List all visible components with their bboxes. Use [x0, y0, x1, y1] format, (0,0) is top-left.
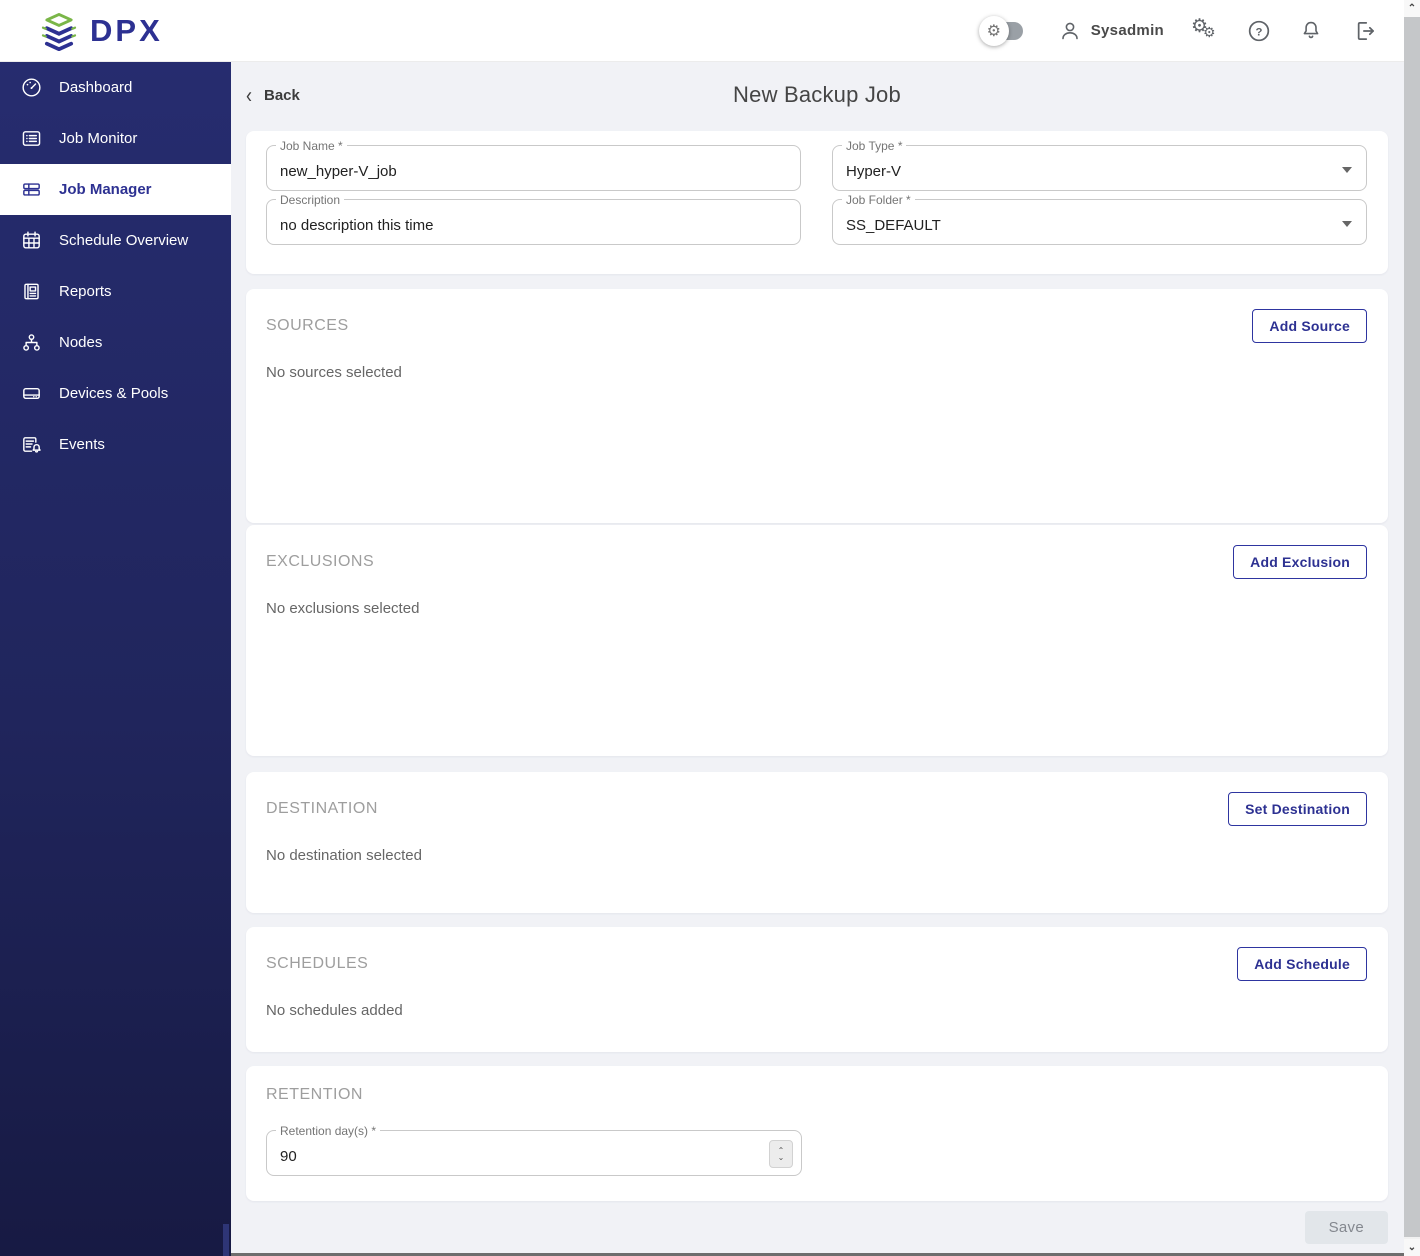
add-exclusion-button[interactable]: Add Exclusion — [1233, 545, 1367, 579]
description-label: Description — [276, 193, 345, 207]
sidebar-item-job-monitor[interactable]: Job Monitor — [0, 113, 231, 164]
scroll-up-arrow-icon[interactable]: ⌃ — [1404, 0, 1420, 17]
destination-title: DESTINATION — [266, 800, 378, 817]
sidebar-item-job-manager[interactable]: Job Manager — [0, 164, 231, 215]
destination-section: DESTINATION Set Destination No destinati… — [246, 772, 1388, 913]
header-actions: ⚙ Sysadmin ⚙ ⚙ ? — [978, 15, 1404, 46]
add-source-button[interactable]: Add Source — [1252, 309, 1367, 343]
sidebar-item-label: Dashboard — [59, 79, 133, 96]
logout-icon — [1357, 21, 1374, 40]
help-button[interactable]: ? — [1246, 18, 1272, 44]
destination-empty-text: No destination selected — [266, 847, 422, 864]
reports-icon — [19, 280, 43, 304]
sources-title: SOURCES — [266, 317, 349, 334]
user-menu[interactable]: Sysadmin — [1058, 19, 1164, 43]
description-field[interactable]: Description — [266, 193, 801, 245]
page-title: New Backup Job — [733, 82, 901, 107]
nodes-icon — [19, 331, 43, 355]
sidebar-item-schedule-overview[interactable]: Schedule Overview — [0, 215, 231, 266]
retention-days-field[interactable]: Retention day(s) * ⌃ ⌄ — [266, 1124, 802, 1176]
chevron-down-icon — [1342, 167, 1352, 173]
sidebar-item-label: Job Monitor — [59, 130, 138, 147]
schedules-section: SCHEDULES Add Schedule No schedules adde… — [246, 927, 1388, 1052]
sidebar-item-label: Events — [59, 436, 105, 453]
dashboard-icon — [19, 76, 43, 100]
job-manager-icon — [19, 178, 43, 202]
system-settings-button[interactable]: ⚙ ⚙ — [1191, 16, 1219, 44]
job-type-value: Hyper-V — [846, 163, 902, 180]
app-window: ⌃ ⌄ DPX ⚙ Sysadmin ⚙ ⚙ ? Dashboard Job M… — [0, 0, 1420, 1256]
job-monitor-icon — [19, 127, 43, 151]
schedule-icon — [19, 229, 43, 253]
sidebar-item-devices-pools[interactable]: Devices & Pools — [0, 368, 231, 419]
top-header: DPX ⚙ Sysadmin ⚙ ⚙ ? — [0, 0, 1404, 62]
logo-text: DPX — [90, 12, 163, 48]
retention-title: RETENTION — [266, 1086, 363, 1103]
notifications-button[interactable] — [1299, 19, 1323, 43]
dpx-logo: DPX — [0, 11, 163, 51]
sidebar-item-label: Reports — [59, 283, 112, 300]
sidebar-item-label: Job Manager — [59, 181, 152, 198]
job-type-field[interactable]: Job Type * Hyper-V — [832, 139, 1367, 191]
sidebar-item-dashboard[interactable]: Dashboard — [0, 62, 231, 113]
job-type-label: Job Type * — [842, 139, 907, 153]
save-button[interactable]: Save — [1304, 1211, 1388, 1244]
bell-icon — [1303, 21, 1319, 38]
chevron-down-icon — [1342, 221, 1352, 227]
question-circle-icon: ? — [1248, 20, 1270, 41]
vertical-scrollbar[interactable]: ⌃ ⌄ — [1404, 0, 1420, 1256]
schedules-empty-text: No schedules added — [266, 1002, 403, 1019]
sidebar-item-label: Schedule Overview — [59, 232, 189, 249]
exclusions-title: EXCLUSIONS — [266, 553, 375, 570]
settings-toggle[interactable]: ⚙ — [978, 15, 1023, 46]
sidebar-scrollbar-thumb[interactable] — [223, 1224, 229, 1256]
dpx-layers-icon — [41, 12, 77, 51]
user-name: Sysadmin — [1090, 22, 1164, 39]
main-content: ‹ Back New Backup Job Job Name * Job Typ… — [231, 62, 1404, 1256]
scrollbar-thumb[interactable] — [1404, 17, 1420, 1237]
sidebar-item-reports[interactable]: Reports — [0, 266, 231, 317]
sidebar-item-label: Nodes — [59, 334, 103, 351]
schedules-title: SCHEDULES — [266, 955, 369, 972]
retention-section: RETENTION Retention day(s) * ⌃ ⌄ — [246, 1066, 1388, 1201]
sources-empty-text: No sources selected — [266, 364, 402, 381]
double-gear-icon-small: ⚙ — [1203, 23, 1216, 40]
chevron-left-icon: ‹ — [246, 81, 252, 107]
exclusions-section: EXCLUSIONS Add Exclusion No exclusions s… — [246, 525, 1388, 756]
job-name-label: Job Name * — [276, 139, 347, 153]
back-label: Back — [264, 86, 300, 104]
sidebar-item-events[interactable]: Events — [0, 419, 231, 470]
sources-section: SOURCES Add Source No sources selected — [246, 289, 1388, 523]
stepper-down-icon[interactable]: ⌄ — [778, 1154, 785, 1162]
job-folder-label: Job Folder * — [842, 193, 915, 207]
scroll-down-arrow-icon[interactable]: ⌄ — [1404, 1239, 1420, 1256]
add-schedule-button[interactable]: Add Schedule — [1237, 947, 1367, 981]
events-icon — [19, 433, 43, 457]
retention-days-label: Retention day(s) * — [276, 1124, 381, 1138]
devices-icon — [19, 382, 43, 406]
set-destination-button[interactable]: Set Destination — [1228, 792, 1367, 826]
page-header: ‹ Back New Backup Job — [246, 80, 1388, 110]
person-icon — [1061, 22, 1078, 39]
sidebar-nav: Dashboard Job Monitor Job Manager Schedu… — [0, 62, 231, 1256]
job-settings-card: Job Name * Job Type * Hyper-V Descriptio… — [246, 131, 1388, 274]
sidebar-item-nodes[interactable]: Nodes — [0, 317, 231, 368]
job-folder-field[interactable]: Job Folder * SS_DEFAULT — [832, 193, 1367, 245]
gear-toggle-icon: ⚙ — [978, 15, 1009, 46]
exclusions-empty-text: No exclusions selected — [266, 600, 420, 617]
svg-text:?: ? — [1256, 26, 1263, 38]
back-button[interactable]: ‹ Back — [246, 81, 300, 107]
sidebar-item-label: Devices & Pools — [59, 385, 169, 402]
job-name-field[interactable]: Job Name * — [266, 139, 801, 191]
logout-button[interactable] — [1350, 18, 1376, 44]
number-stepper[interactable]: ⌃ ⌄ — [769, 1140, 793, 1168]
